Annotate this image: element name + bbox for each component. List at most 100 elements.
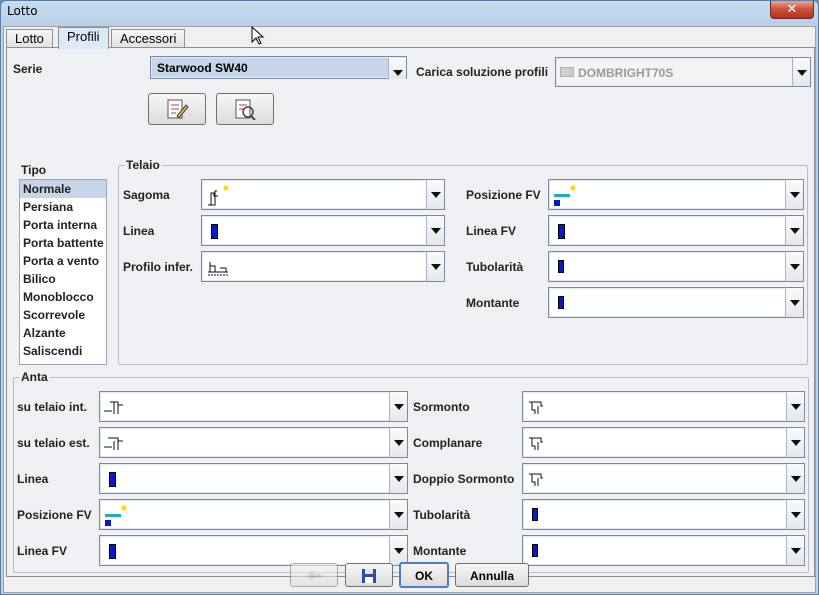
anta-doppio-sormonto-label: Doppio Sormonto <box>413 472 515 486</box>
tab-lotto[interactable]: Lotto <box>6 29 53 48</box>
telaio-tubolarita-label: Tubolarità <box>466 260 524 274</box>
tipo-list-item[interactable]: Normale <box>20 180 106 198</box>
tipo-list-item[interactable]: Persiana <box>20 198 106 216</box>
chevron-down-icon[interactable] <box>426 252 444 281</box>
sagoma-profile-icon <box>208 185 229 206</box>
telaio-linea-fv-label: Linea FV <box>466 224 517 238</box>
anta-su-telaio-int-combo[interactable] <box>99 391 408 422</box>
anta-linea-fv-combo[interactable] <box>99 535 408 566</box>
anta-doppio-sormonto-combo[interactable] <box>522 463 805 494</box>
annulla-button[interactable]: Annulla <box>455 563 529 587</box>
anta-linea-fv-label: Linea FV <box>17 544 68 558</box>
posizione-fv-icon <box>554 185 576 206</box>
telaio-posizione-fv-label: Posizione FV <box>466 188 541 202</box>
tipo-list-item[interactable]: Monoblocco <box>20 288 106 306</box>
anta-sormonto-combo[interactable] <box>522 391 805 422</box>
chevron-down-icon[interactable] <box>786 392 804 421</box>
blue-profile-swatch <box>532 508 538 521</box>
anta-posizione-fv-combo[interactable] <box>99 499 408 530</box>
anta-complanare-label: Complanare <box>413 436 483 450</box>
telaio-tubolarita-combo[interactable] <box>548 251 804 282</box>
carica-value: DOMBRIGHT70S <box>578 66 674 80</box>
anta-tubolarita-combo[interactable] <box>522 499 805 530</box>
blue-profile-swatch <box>109 472 116 487</box>
anta-sormonto-label: Sormonto <box>413 400 470 414</box>
anta-su-telaio-est-combo[interactable] <box>99 427 408 458</box>
tipo-list-item[interactable]: Alzante <box>20 324 106 342</box>
back-button[interactable] <box>290 563 338 587</box>
telaio-montante-label: Montante <box>466 296 520 310</box>
tipo-list-item[interactable]: Saliscendi <box>20 342 106 360</box>
telaio-title: Telaio <box>124 158 162 172</box>
anta-su-telaio-est-label: su telaio est. <box>17 436 90 450</box>
title-bar[interactable]: Lotto ✕ <box>1 1 818 23</box>
chevron-down-icon[interactable] <box>785 288 803 317</box>
telaio-profilo-infer-combo[interactable] <box>201 251 445 282</box>
close-button[interactable]: ✕ <box>770 1 814 19</box>
telaio-linea-fv-combo[interactable] <box>548 215 804 246</box>
chevron-down-icon[interactable] <box>389 500 407 529</box>
tipo-title: Tipo <box>19 163 49 177</box>
telaio-group: Telaio Sagoma Linea Profilo infer. Posiz… <box>118 158 808 365</box>
chevron-down-icon[interactable] <box>389 464 407 493</box>
telaio-posizione-fv-combo[interactable] <box>548 179 804 210</box>
telaio-profilo-infer-label: Profilo infer. <box>123 260 194 274</box>
save-button[interactable] <box>345 563 393 587</box>
doppio-sormonto-icon <box>529 473 543 486</box>
anta-su-telaio-int-label: su telaio int. <box>17 400 88 414</box>
chevron-down-icon[interactable] <box>389 536 407 565</box>
dialog-content: Lotto Profili Accessori Serie Starwood S… <box>3 26 816 593</box>
tipo-list-item[interactable]: Porta battente <box>20 234 106 252</box>
su-telaio-int-icon <box>104 401 123 414</box>
ok-button[interactable]: OK <box>399 562 449 588</box>
anta-posizione-fv-label: Posizione FV <box>17 508 92 522</box>
tab-profili[interactable]: Profili <box>58 27 109 49</box>
chevron-down-icon[interactable] <box>389 392 407 421</box>
blue-profile-swatch <box>109 544 116 559</box>
blue-profile-swatch <box>532 544 538 557</box>
profili-panel: Serie Starwood SW40 Carica soluzione pro… <box>6 47 815 577</box>
search-icon <box>235 99 256 121</box>
chevron-down-icon[interactable] <box>426 180 444 209</box>
window-title: Lotto <box>7 4 38 18</box>
back-arrow-icon <box>307 571 321 581</box>
tipo-list-item[interactable]: Porta interna <box>20 216 106 234</box>
tipo-list[interactable]: Normale Persiana Porta interna Porta batten… <box>19 179 107 365</box>
save-icon <box>362 569 376 583</box>
tab-accessori[interactable]: Accessori <box>111 29 186 48</box>
chevron-down-icon[interactable] <box>785 180 803 209</box>
carica-combo[interactable]: DOMBRIGHT70S <box>555 57 811 87</box>
chevron-down-icon[interactable] <box>785 252 803 281</box>
chevron-down-icon[interactable] <box>786 500 804 529</box>
chevron-down-icon[interactable] <box>786 536 804 565</box>
edit-profile-button[interactable] <box>148 93 206 125</box>
sormonto-icon <box>529 401 543 414</box>
chevron-down-icon[interactable] <box>785 216 803 245</box>
chevron-down-icon[interactable] <box>786 428 804 457</box>
anta-linea-combo[interactable] <box>99 463 408 494</box>
serie-combo[interactable]: Starwood SW40 <box>150 56 407 79</box>
anta-complanare-combo[interactable] <box>522 427 805 458</box>
chevron-down-icon[interactable] <box>426 216 444 245</box>
chevron-down-icon[interactable] <box>388 58 406 79</box>
telaio-linea-label: Linea <box>123 224 155 238</box>
su-telaio-est-icon <box>104 437 123 450</box>
anta-group: Anta su telaio int. su telaio est. Linea… <box>13 370 809 573</box>
chevron-down-icon[interactable] <box>389 428 407 457</box>
tipo-list-item[interactable]: Bilico <box>20 270 106 288</box>
anta-linea-label: Linea <box>17 472 49 486</box>
search-profile-button[interactable] <box>216 93 274 125</box>
folder-icon <box>560 67 574 77</box>
serie-label: Serie <box>13 62 43 76</box>
anta-title: Anta <box>19 370 50 384</box>
tipo-list-item[interactable]: Porta a vento <box>20 252 106 270</box>
edit-icon <box>167 99 189 119</box>
chevron-down-icon[interactable] <box>786 464 804 493</box>
telaio-montante-combo[interactable] <box>548 287 804 318</box>
posizione-fv-icon <box>105 505 127 526</box>
anta-montante-combo[interactable] <box>522 535 805 566</box>
tipo-list-item[interactable]: Scorrevole <box>20 306 106 324</box>
chevron-down-icon[interactable] <box>792 58 810 86</box>
telaio-linea-combo[interactable] <box>201 215 445 246</box>
telaio-sagoma-combo[interactable] <box>201 179 445 210</box>
